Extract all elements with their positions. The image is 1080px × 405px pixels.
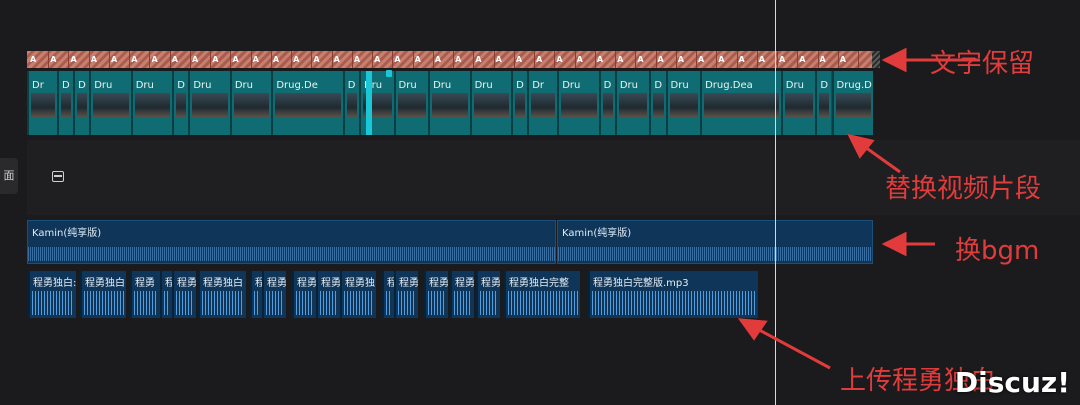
- arrowhead-upload-voice: [737, 318, 768, 341]
- arrowhead-text-keep: [881, 47, 907, 73]
- annotation-replace-bgm: 换bgm: [955, 236, 1040, 266]
- timeline-panel: 面 AAAAAAAAAAAAAAAAAAAAAAAAAAAAAAAAAAAAAA…: [0, 0, 1080, 405]
- arrow-upload-voice: [749, 323, 831, 370]
- annotation-text-keep: 文字保留: [930, 49, 1035, 79]
- annotation-replace-video: 替换视频片段: [885, 174, 1042, 204]
- arrowhead-replace-bgm: [881, 231, 907, 257]
- watermark: Discuz!: [954, 366, 1070, 399]
- arrowhead-replace-video: [847, 133, 875, 159]
